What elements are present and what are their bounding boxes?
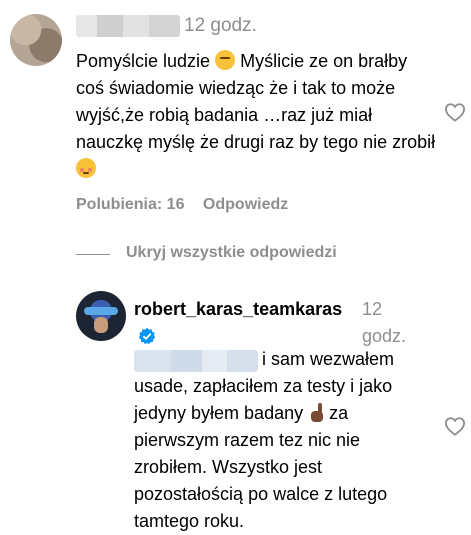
avatar-helmet-graphic (84, 307, 118, 315)
likes-count[interactable]: Polubienia: 16 (76, 196, 184, 213)
reply-timestamp: 12 godz. (362, 299, 407, 346)
comment-text: Pomyślcie ludzie Myślicie ze on brałby c… (76, 48, 438, 183)
comment-text-part-1: Pomyślcie ludzie (76, 51, 211, 71)
reply-username[interactable]: robert_karas_teamkaras (134, 299, 342, 319)
reply-avatar[interactable] (76, 291, 126, 341)
reply-text-part-1: i sam wezwałem usade, zapłaciłem za test… (134, 349, 395, 423)
like-comment-button[interactable] (444, 101, 466, 123)
username-redacted[interactable] (76, 15, 180, 37)
reply-text: i sam wezwałem usade, zapłaciłem za test… (134, 346, 434, 535)
heart-icon (444, 417, 466, 436)
comment-meta: Polubienia: 16 Odpowiedz (76, 196, 302, 214)
replies-divider-line (76, 254, 110, 255)
thinking-face-icon (215, 50, 236, 70)
heart-icon (444, 103, 466, 122)
verified-badge-icon (138, 327, 156, 345)
reply-username-line: robert_karas_teamkaras (134, 296, 359, 350)
like-reply-button[interactable] (444, 415, 466, 437)
reply-button[interactable]: Odpowiedz (203, 196, 288, 213)
hide-replies-button[interactable]: Ukryj wszystkie odpowiedzi (126, 244, 337, 262)
comment-timestamp: 12 godz. (184, 15, 257, 36)
pointing-hand-icon (308, 403, 324, 423)
avatar[interactable] (10, 14, 62, 66)
avatar-face-graphic (94, 317, 108, 333)
flushed-face-icon (76, 158, 96, 178)
